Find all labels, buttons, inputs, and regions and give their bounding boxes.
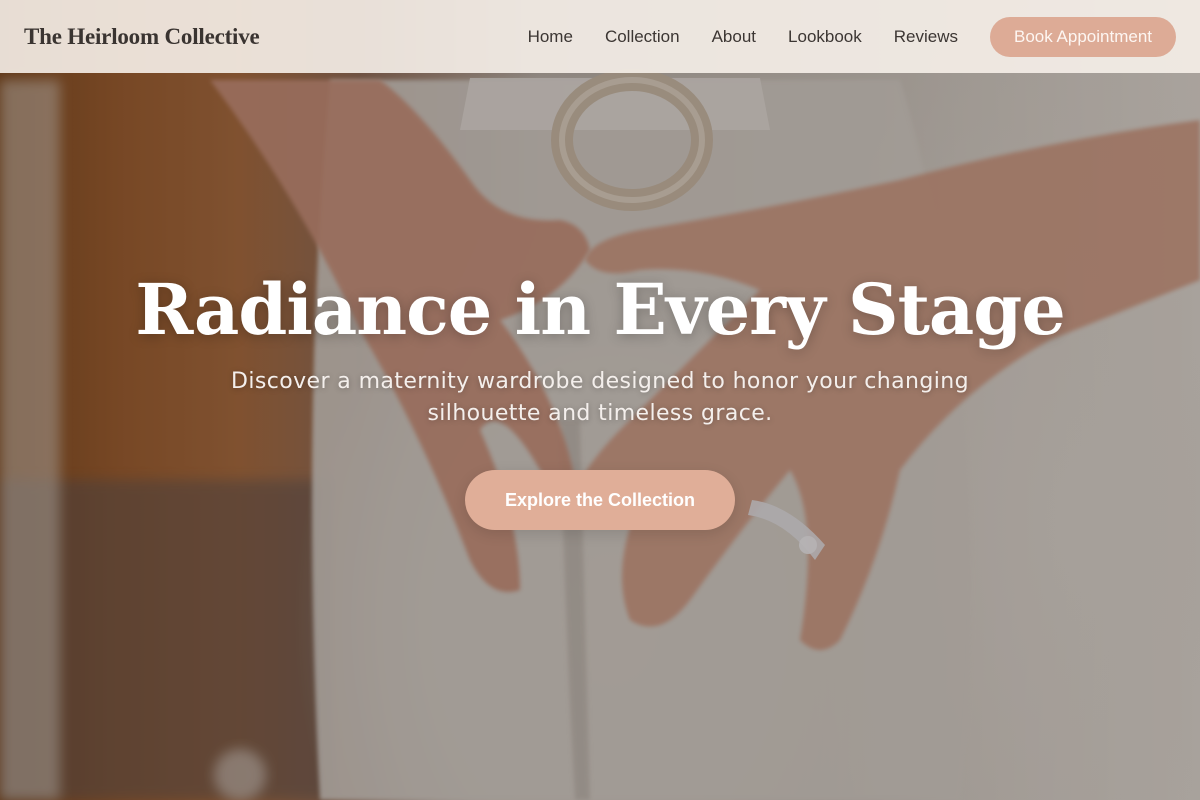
brand-logo[interactable]: The Heirloom Collective bbox=[24, 24, 260, 50]
site-header: The Heirloom Collective Home Collection … bbox=[0, 0, 1200, 73]
nav-link-home[interactable]: Home bbox=[528, 27, 573, 47]
hero-content: Radiance in Every Stage Discover a mater… bbox=[0, 0, 1200, 800]
nav-link-about[interactable]: About bbox=[712, 27, 756, 47]
nav-link-reviews[interactable]: Reviews bbox=[894, 27, 958, 47]
book-appointment-button[interactable]: Book Appointment bbox=[990, 16, 1176, 57]
main-nav: Home Collection About Lookbook Reviews bbox=[528, 27, 958, 47]
nav-link-lookbook[interactable]: Lookbook bbox=[788, 27, 862, 47]
hero-subtitle: Discover a maternity wardrobe designed t… bbox=[231, 369, 969, 426]
explore-collection-button[interactable]: Explore the Collection bbox=[465, 470, 735, 530]
nav-link-collection[interactable]: Collection bbox=[605, 27, 680, 47]
hero-title: Radiance in Every Stage bbox=[135, 268, 1066, 351]
